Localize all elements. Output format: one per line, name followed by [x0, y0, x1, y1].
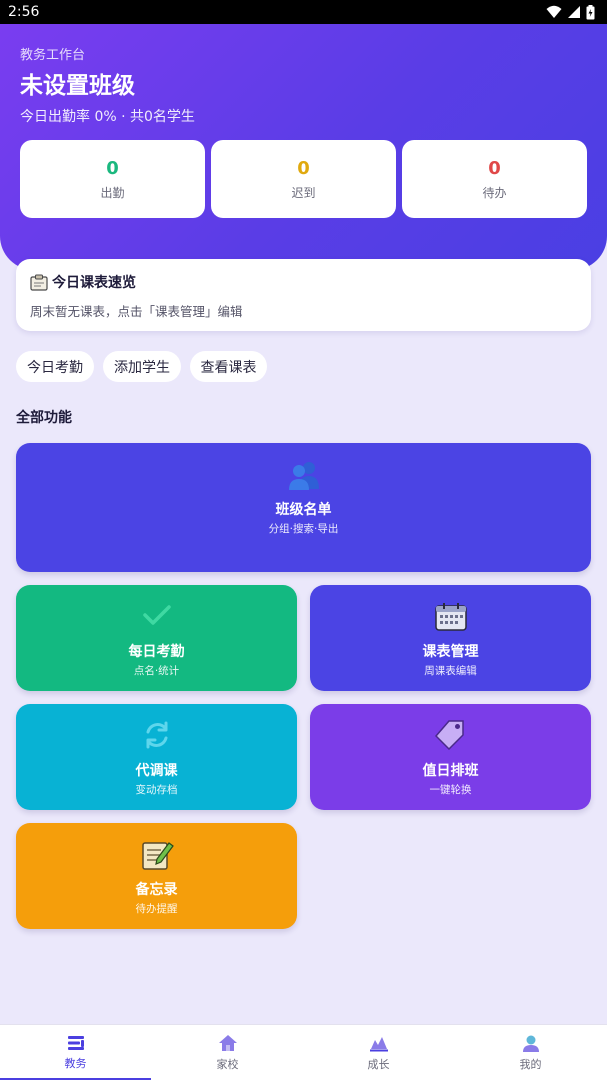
nav-label: 家校	[216, 1058, 239, 1071]
status-icons	[546, 4, 595, 20]
tile-title: 代调课	[135, 763, 178, 779]
tile-subtitle: 变动存档	[135, 784, 178, 796]
tile-subtitle: 点名·统计	[133, 665, 180, 677]
stat-label: 迟到	[291, 185, 316, 200]
tile-title: 备忘录	[135, 882, 178, 898]
clipboard-icon	[30, 274, 48, 291]
stat-card-todo[interactable]: 0 待办	[402, 140, 587, 218]
stat-value: 0	[488, 157, 501, 179]
bottom-navigation: 教务 家校 成长 我的	[0, 1024, 607, 1080]
nav-tab-academic[interactable]: 教务	[0, 1025, 151, 1080]
stat-card-attendance[interactable]: 0 出勤	[20, 140, 205, 218]
nav-tab-profile[interactable]: 我的	[455, 1025, 606, 1080]
tile-title: 课表管理	[422, 644, 479, 660]
stat-value: 0	[106, 157, 119, 179]
tile-class-roster[interactable]: 班级名单 分组·搜索·导出	[16, 443, 591, 572]
tile-title: 值日排班	[422, 763, 479, 779]
nav-label: 教务	[64, 1057, 87, 1070]
workspace-subtitle: 教务工作台	[20, 48, 86, 63]
tile-title: 班级名单	[275, 502, 332, 518]
battery-icon	[586, 4, 595, 19]
class-title[interactable]: 未设置班级	[20, 66, 135, 100]
tile-title: 每日考勤	[128, 644, 185, 660]
schedule-empty-text: 周末暂无课表，点击「课表管理」编辑	[30, 304, 243, 319]
stat-label: 出勤	[100, 185, 125, 200]
check-icon	[142, 605, 171, 625]
tag-icon	[434, 720, 464, 750]
nav-label: 我的	[519, 1058, 542, 1071]
header-banner: 教务工作台 未设置班级 今日出勤率 0% · 共0名学生 0 出勤 0 迟到 0…	[0, 24, 607, 270]
quick-action-today-attendance[interactable]: 今日考勤	[16, 351, 94, 382]
tile-subtitle: 分组·搜索·导出	[268, 523, 339, 535]
schedule-card-title: 今日课表速览	[30, 272, 136, 292]
nav-label: 成长	[367, 1058, 390, 1071]
quick-action-add-student[interactable]: 添加学生	[103, 351, 181, 382]
tile-daily-attendance[interactable]: 每日考勤 点名·统计	[16, 585, 297, 691]
nav-tab-home-school[interactable]: 家校	[152, 1025, 303, 1080]
wifi-icon	[546, 5, 562, 18]
stat-value: 0	[297, 157, 310, 179]
tile-memo[interactable]: 备忘录 待办提醒	[16, 823, 297, 929]
chart-icon	[369, 1037, 388, 1052]
status-time: 2:56	[8, 4, 40, 20]
signal-icon	[568, 6, 580, 18]
people-icon	[288, 462, 319, 490]
nav-tab-growth[interactable]: 成长	[303, 1025, 454, 1080]
schedule-title-text: 今日课表速览	[52, 275, 136, 291]
status-bar: 2:56	[0, 0, 607, 24]
calendar-icon	[434, 603, 467, 631]
tile-substitute-class[interactable]: 代调课 变动存档	[16, 704, 297, 810]
quick-action-view-schedule[interactable]: 查看课表	[190, 351, 267, 382]
home-icon	[218, 1035, 237, 1051]
attendance-rate-text: 今日出勤率 0% · 共0名学生	[20, 109, 195, 125]
tile-schedule-management[interactable]: 课表管理 周课表编辑	[310, 585, 591, 691]
tile-subtitle: 一键轮换	[429, 784, 472, 796]
tile-subtitle: 周课表编辑	[424, 665, 477, 677]
tile-duty-roster[interactable]: 值日排班 一键轮换	[310, 704, 591, 810]
tile-subtitle: 待办提醒	[135, 903, 178, 915]
schedule-overview-card[interactable]: 今日课表速览 周末暂无课表，点击「课表管理」编辑	[16, 259, 591, 331]
user-icon	[522, 1035, 539, 1052]
memo-icon	[141, 842, 174, 870]
refresh-icon	[146, 721, 167, 749]
list-icon	[67, 1036, 84, 1050]
stat-label: 待办	[482, 185, 507, 200]
stat-card-late[interactable]: 0 迟到	[211, 140, 396, 218]
section-title-all-functions: 全部功能	[16, 410, 72, 426]
